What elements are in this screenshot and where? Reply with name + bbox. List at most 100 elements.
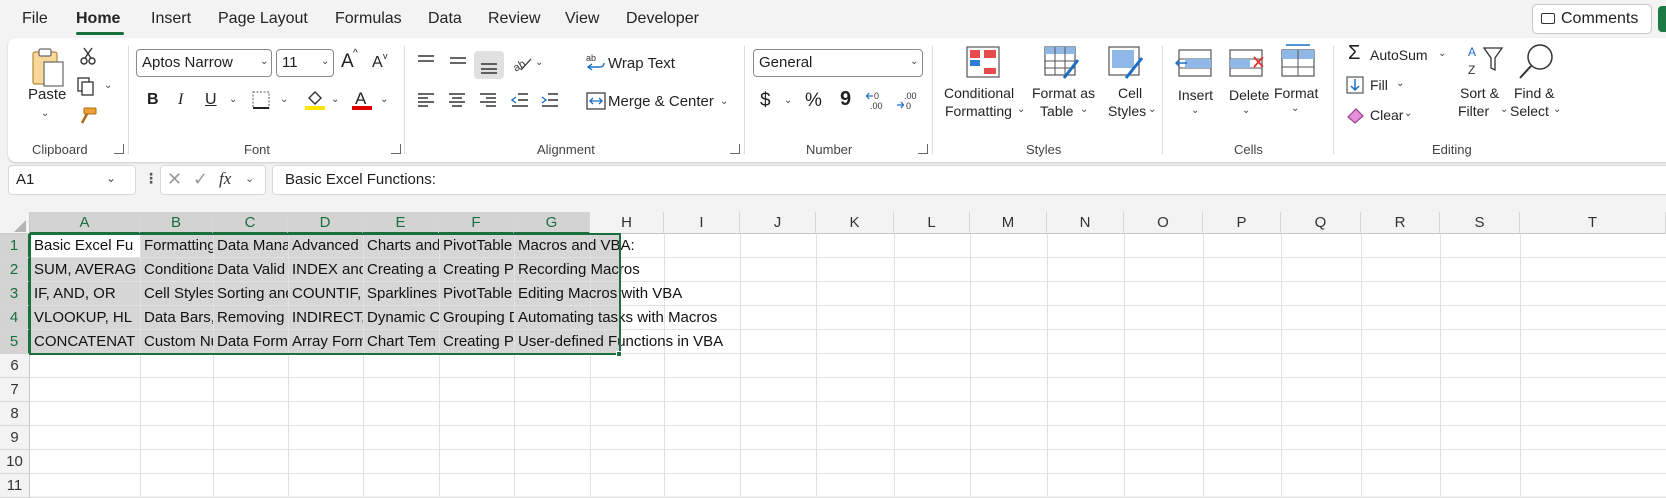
orientation-icon[interactable]: ab — [511, 53, 533, 73]
align-left-icon[interactable] — [416, 92, 436, 108]
row-header-6[interactable]: 6 — [0, 354, 30, 378]
menu-page-layout[interactable]: Page Layout — [218, 10, 308, 28]
font-color-chevron-down-icon[interactable]: ⌄ — [380, 94, 388, 105]
row-header-9[interactable]: 9 — [0, 426, 30, 450]
font-name-select[interactable]: Aptos Narrow — [136, 49, 272, 77]
column-header-O[interactable]: O — [1124, 212, 1203, 234]
column-header-C[interactable]: C — [213, 212, 288, 234]
decrease-decimal-icon[interactable]: .00 0 — [896, 89, 920, 111]
font-dialog-launcher[interactable] — [391, 144, 401, 154]
borders-chevron-down-icon[interactable]: ⌄ — [280, 94, 288, 105]
column-header-T[interactable]: T — [1520, 212, 1666, 234]
row-header-5[interactable]: 5 — [0, 330, 30, 354]
merge-center-icon[interactable] — [586, 92, 606, 110]
merge-center-chevron-down-icon[interactable]: ⌄ — [720, 96, 728, 107]
paste-chevron-down-icon[interactable]: ⌄ — [41, 108, 49, 119]
cell-styles-icon[interactable] — [1108, 46, 1144, 80]
delete-cells-icon[interactable] — [1228, 48, 1266, 78]
name-box[interactable]: A1 — [8, 165, 136, 195]
grow-font-icon[interactable]: A — [341, 51, 354, 73]
function-chevron-down-icon[interactable]: ⌄ — [245, 172, 254, 185]
row-header-10[interactable]: 10 — [0, 450, 30, 474]
column-header-S[interactable]: S — [1440, 212, 1520, 234]
row-header-7[interactable]: 7 — [0, 378, 30, 402]
decrease-indent-icon[interactable] — [510, 92, 530, 108]
column-header-J[interactable]: J — [740, 212, 816, 234]
row-header-1[interactable]: 1 — [0, 234, 30, 258]
cut-icon[interactable] — [78, 46, 98, 66]
column-header-P[interactable]: P — [1203, 212, 1281, 234]
cell-styles-chevron-down-icon[interactable]: ⌄ — [1148, 104, 1156, 115]
number-format-select[interactable]: General — [753, 49, 923, 77]
row-header-3[interactable]: 3 — [0, 282, 30, 306]
menu-file[interactable]: File — [22, 10, 48, 28]
percent-button[interactable]: % — [805, 90, 822, 112]
wrap-text-label[interactable]: Wrap Text — [608, 55, 675, 72]
conditional-formatting-icon[interactable] — [966, 46, 1000, 78]
increase-indent-icon[interactable] — [540, 92, 560, 108]
autosum-label[interactable]: AutoSum — [1370, 47, 1428, 63]
menu-developer[interactable]: Developer — [626, 10, 699, 28]
row-header-2[interactable]: 2 — [0, 258, 30, 282]
wrap-text-icon[interactable]: ab — [586, 53, 606, 73]
paste-icon[interactable] — [30, 46, 66, 90]
underline-chevron-down-icon[interactable]: ⌄ — [229, 94, 237, 105]
clear-label[interactable]: Clear — [1370, 107, 1403, 123]
format-cells-chevron-down-icon[interactable]: ⌄ — [1291, 103, 1299, 114]
bold-button[interactable]: B — [147, 91, 159, 109]
format-painter-icon[interactable] — [78, 106, 98, 126]
confirm-entry-icon[interactable]: ✓ — [193, 169, 208, 190]
row-header-11[interactable]: 11 — [0, 474, 30, 498]
font-color-icon[interactable]: A — [351, 88, 373, 110]
delete-cells-chevron-down-icon[interactable]: ⌄ — [1242, 105, 1250, 116]
column-header-Q[interactable]: Q — [1281, 212, 1361, 234]
align-middle-icon[interactable] — [448, 54, 468, 68]
autosum-icon[interactable]: Σ — [1348, 42, 1360, 65]
fill-chevron-down-icon[interactable]: ⌄ — [1396, 78, 1404, 89]
menu-formulas[interactable]: Formulas — [335, 10, 402, 28]
fill-color-chevron-down-icon[interactable]: ⌄ — [331, 94, 339, 105]
fill-label[interactable]: Fill — [1370, 77, 1388, 93]
fill-handle[interactable] — [616, 351, 622, 357]
column-header-K[interactable]: K — [816, 212, 894, 234]
clear-icon[interactable] — [1346, 106, 1366, 124]
column-header-E[interactable]: E — [363, 212, 439, 234]
column-header-I[interactable]: I — [664, 212, 740, 234]
comments-button[interactable]: Comments — [1532, 4, 1652, 34]
column-header-B[interactable]: B — [140, 212, 213, 234]
column-header-R[interactable]: R — [1361, 212, 1440, 234]
align-top-icon[interactable] — [416, 54, 436, 68]
name-box-chevron-down-icon[interactable]: ⌄ — [106, 171, 116, 185]
merge-center-label[interactable]: Merge & Center — [608, 93, 714, 110]
column-header-L[interactable]: L — [894, 212, 970, 234]
currency-button[interactable]: $ — [760, 90, 771, 112]
column-header-G[interactable]: G — [514, 212, 590, 234]
menu-insert[interactable]: Insert — [151, 10, 191, 28]
row-header-4[interactable]: 4 — [0, 306, 30, 330]
clear-chevron-down-icon[interactable]: ⌄ — [1404, 108, 1412, 119]
format-as-table-chevron-down-icon[interactable]: ⌄ — [1080, 104, 1088, 115]
find-select-chevron-down-icon[interactable]: ⌄ — [1553, 104, 1561, 115]
italic-button[interactable]: I — [178, 91, 183, 109]
column-header-F[interactable]: F — [439, 212, 514, 234]
increase-decimal-icon[interactable]: 0.00 — [866, 89, 890, 111]
insert-function-icon[interactable]: fx — [219, 169, 231, 189]
conditional-formatting-chevron-down-icon[interactable]: ⌄ — [1017, 104, 1025, 115]
orientation-chevron-down-icon[interactable]: ⌄ — [535, 57, 543, 68]
fill-color-icon[interactable] — [304, 88, 326, 110]
menu-home[interactable]: Home — [76, 10, 120, 28]
align-center-icon[interactable] — [447, 92, 467, 108]
menu-review[interactable]: Review — [488, 10, 540, 28]
row-header-8[interactable]: 8 — [0, 402, 30, 426]
format-cells-icon[interactable] — [1280, 42, 1316, 78]
column-header-D[interactable]: D — [288, 212, 363, 234]
fill-icon[interactable] — [1346, 76, 1364, 94]
clipboard-dialog-launcher[interactable] — [114, 144, 124, 154]
comma-style-button[interactable]: 9 — [840, 88, 851, 111]
format-as-table-icon[interactable] — [1044, 46, 1080, 80]
menu-data[interactable]: Data — [428, 10, 462, 28]
share-button-edge[interactable] — [1658, 6, 1666, 32]
borders-icon[interactable] — [252, 91, 270, 109]
find-select-icon[interactable] — [1516, 42, 1556, 82]
column-header-A[interactable]: A — [30, 212, 140, 234]
